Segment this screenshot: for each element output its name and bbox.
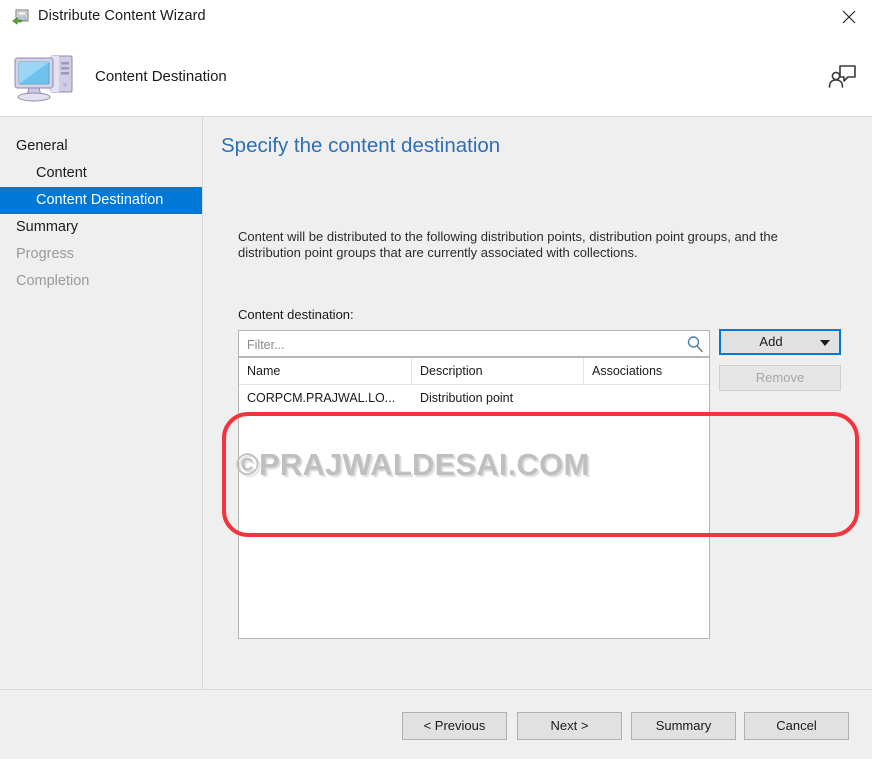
distribute-content-icon xyxy=(12,9,30,27)
person-feedback-icon[interactable] xyxy=(827,60,857,90)
sidebar-item-completion: Completion xyxy=(16,273,90,289)
column-header-associations[interactable]: Associations xyxy=(584,358,709,384)
summary-button[interactable]: Summary xyxy=(631,712,736,740)
window-title: Distribute Content Wizard xyxy=(38,8,206,24)
column-header-description[interactable]: Description xyxy=(412,358,584,384)
distribute-content-wizard-window: Distribute Content Wizard Content Destin… xyxy=(0,0,872,759)
filter-input[interactable] xyxy=(245,331,679,358)
wizard-footer: < Previous Next > Summary Cancel xyxy=(0,689,872,759)
page-description: Content will be distributed to the follo… xyxy=(238,229,778,260)
sidebar-item-content[interactable]: Content xyxy=(0,160,202,187)
title-bar: Distribute Content Wizard xyxy=(0,0,872,34)
close-icon[interactable] xyxy=(826,0,872,34)
chevron-down-icon xyxy=(820,340,830,346)
content-pane: Specify the content destination Content … xyxy=(204,117,872,689)
add-button[interactable]: Add xyxy=(719,329,841,355)
table-row[interactable]: CORPCM.PRAJWAL.LO... Distribution point xyxy=(239,385,709,411)
next-button[interactable]: Next > xyxy=(517,712,622,740)
content-destination-label: Content destination: xyxy=(238,307,354,322)
wizard-header: Content Destination xyxy=(0,34,872,117)
sidebar-item-progress: Progress xyxy=(16,246,75,262)
previous-button[interactable]: < Previous xyxy=(402,712,507,740)
header-title: Content Destination xyxy=(95,68,227,85)
content-destination-list[interactable]: Name Description Associations CORPCM.PRA… xyxy=(238,357,710,639)
add-button-label: Add xyxy=(759,334,783,349)
column-header-name[interactable]: Name xyxy=(239,358,412,384)
table-header-row: Name Description Associations xyxy=(239,358,709,385)
cell-name: CORPCM.PRAJWAL.LO... xyxy=(247,391,396,405)
cell-associations xyxy=(584,385,709,411)
sidebar-item-content-destination[interactable]: Content Destination xyxy=(0,187,202,214)
cancel-button[interactable]: Cancel xyxy=(744,712,849,740)
filter-box xyxy=(238,330,710,358)
cell-description: Distribution point xyxy=(420,391,514,405)
sidebar-item-summary[interactable]: Summary xyxy=(0,214,202,241)
sidebar-item-general[interactable]: General xyxy=(0,133,202,160)
page-title: Specify the content destination xyxy=(221,134,501,157)
remove-button: Remove xyxy=(719,365,841,391)
wizard-step-navigation: General Content Content Destination Summ… xyxy=(0,117,203,689)
wizard-body: General Content Content Destination Summ… xyxy=(0,117,872,689)
search-icon[interactable] xyxy=(686,335,704,353)
computer-icon xyxy=(11,48,83,104)
